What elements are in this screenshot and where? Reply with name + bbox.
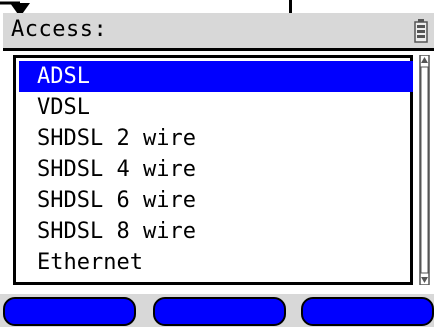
list-item-vdsl[interactable]: VDSL: [19, 92, 413, 123]
page-title: Access:: [11, 17, 108, 42]
scrollbar[interactable]: [418, 55, 431, 285]
softkey-left-button[interactable]: [3, 297, 136, 326]
softkey-right-button[interactable]: [301, 297, 434, 326]
softkey-bar: [0, 294, 434, 327]
battery-icon: [414, 19, 428, 43]
softkey-middle-button[interactable]: [153, 297, 286, 326]
access-list-area: ADSL VDSL SHDSL 2 wire SHDSL 4 wire SHDS…: [3, 51, 434, 293]
access-list: ADSL VDSL SHDSL 2 wire SHDSL 4 wire SHDS…: [13, 55, 413, 285]
list-item-adsl[interactable]: ADSL: [19, 61, 413, 92]
list-item-shdsl-6-wire[interactable]: SHDSL 6 wire: [19, 185, 413, 216]
screen-header: Access:: [3, 13, 434, 51]
list-item-shdsl-2-wire[interactable]: SHDSL 2 wire: [19, 123, 413, 154]
device-screen: Access: ADSL VDSL SHDSL 2 wire SHDSL 4 w…: [0, 13, 434, 327]
list-item-shdsl-4-wire[interactable]: SHDSL 4 wire: [19, 154, 413, 185]
list-item-shdsl-8-wire[interactable]: SHDSL 8 wire: [19, 216, 413, 247]
list-item-ethernet[interactable]: Ethernet: [19, 247, 413, 278]
